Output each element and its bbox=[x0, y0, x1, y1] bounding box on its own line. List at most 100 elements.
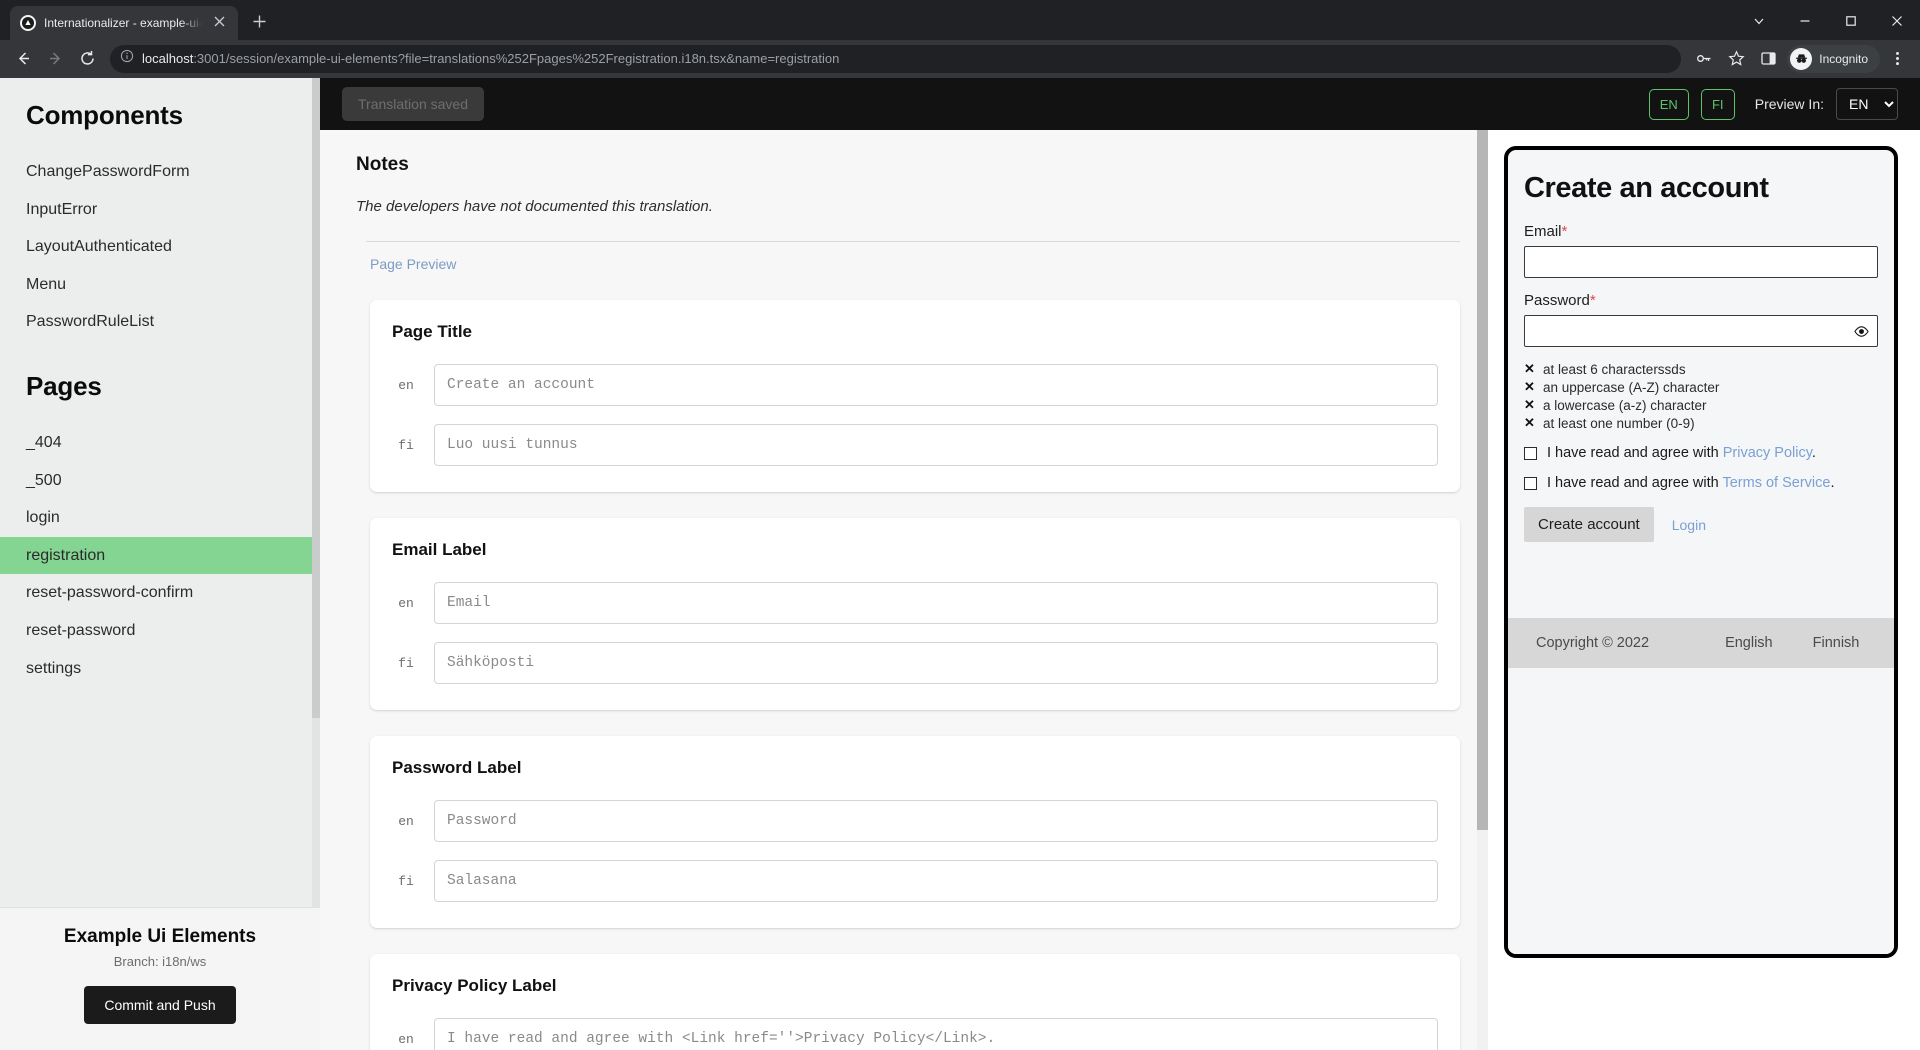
translation-row: en bbox=[392, 800, 1438, 843]
incognito-indicator[interactable]: Incognito bbox=[1787, 44, 1880, 73]
restore-icon[interactable] bbox=[1828, 0, 1874, 41]
reload-icon[interactable] bbox=[72, 44, 102, 74]
main-column: Translation saved EN FI Preview In: EN F… bbox=[320, 78, 1920, 1050]
consent-text: I have read and agree with Terms of Serv… bbox=[1547, 475, 1834, 491]
checkbox-icon[interactable] bbox=[1524, 476, 1537, 490]
lang-toggle-en[interactable]: EN bbox=[1648, 88, 1689, 120]
browser-tab[interactable]: Internationalizer - example-ui-ele bbox=[10, 5, 238, 40]
translation-card-privacy-policy-label: Privacy Policy Label en bbox=[370, 954, 1460, 1050]
password-key-icon[interactable] bbox=[1689, 44, 1719, 74]
sidebar-item-menu[interactable]: Menu bbox=[0, 266, 320, 304]
lang-code: fi bbox=[398, 655, 414, 671]
privacy-policy-link[interactable]: Privacy Policy bbox=[1723, 445, 1812, 461]
address-bar[interactable]: localhost:3001/session/example-ui-elemen… bbox=[110, 44, 1682, 73]
sidebar-item-settings[interactable]: settings bbox=[0, 650, 320, 688]
chevron-down-icon[interactable] bbox=[1736, 0, 1782, 41]
sidebar-item-inputerror[interactable]: InputError bbox=[0, 191, 320, 229]
close-icon[interactable] bbox=[211, 13, 228, 32]
sidebar-item-404[interactable]: _404 bbox=[0, 424, 320, 462]
terms-of-service-consent[interactable]: I have read and agree with Terms of Serv… bbox=[1524, 475, 1878, 491]
cross-icon: ✕ bbox=[1524, 379, 1535, 395]
sidebar-item-changepasswordform[interactable]: ChangePasswordForm bbox=[0, 153, 320, 191]
lang-code: fi bbox=[398, 437, 414, 453]
preview-email-input[interactable] bbox=[1524, 246, 1878, 279]
password-rule: ✕ a lowercase (a-z) character bbox=[1524, 397, 1878, 413]
rule-text: at least one number (0-9) bbox=[1543, 415, 1695, 431]
side-panel-icon[interactable] bbox=[1753, 44, 1783, 74]
sidebar-item-login[interactable]: login bbox=[0, 499, 320, 537]
card-title: Password Label bbox=[392, 758, 522, 778]
translation-input-en[interactable] bbox=[434, 364, 1438, 407]
branch-name: i18n/ws bbox=[162, 954, 207, 969]
editor-scrollbar-thumb[interactable] bbox=[1477, 130, 1488, 831]
kebab-menu-icon[interactable] bbox=[1882, 44, 1912, 74]
rule-text: an uppercase (A-Z) character bbox=[1543, 379, 1720, 395]
top-toolbar: Translation saved EN FI Preview In: EN F… bbox=[320, 78, 1920, 131]
lang-code: en bbox=[398, 813, 414, 829]
translation-row: en bbox=[392, 1018, 1438, 1050]
browser-window: Internationalizer - example-ui-ele local… bbox=[0, 0, 1920, 1050]
project-name: Example Ui Elements bbox=[63, 926, 257, 947]
info-circle-icon[interactable] bbox=[120, 49, 134, 68]
sidebar-item-reset-password-confirm[interactable]: reset-password-confirm bbox=[0, 574, 320, 612]
page-preview-link[interactable]: Page Preview bbox=[356, 242, 456, 272]
url-host: localhost bbox=[142, 51, 194, 67]
preview-frame: Create an account Email* Password* ✕ at l bbox=[1504, 146, 1898, 959]
sidebar-item-passwordrulelist[interactable]: PasswordRuleList bbox=[0, 303, 320, 341]
browser-toolbar: localhost:3001/session/example-ui-elemen… bbox=[0, 39, 1920, 79]
preview-in-label: Preview In: bbox=[1754, 96, 1824, 113]
branch-prefix: Branch: bbox=[113, 954, 163, 969]
rule-text: at least 6 characterssds bbox=[1543, 361, 1686, 377]
translation-input-en[interactable] bbox=[434, 800, 1438, 843]
preview-actions: Create account Login bbox=[1524, 507, 1878, 543]
translation-input-fi[interactable] bbox=[434, 860, 1438, 903]
sidebar-item-registration[interactable]: registration bbox=[0, 536, 320, 575]
preview-body: Create an account Email* Password* ✕ at l bbox=[1508, 150, 1894, 560]
privacy-policy-consent[interactable]: I have read and agree with Privacy Polic… bbox=[1524, 445, 1878, 461]
card-title: Email Label bbox=[392, 540, 487, 560]
lang-toggle-fi[interactable]: FI bbox=[1700, 88, 1735, 120]
eye-icon[interactable] bbox=[1854, 325, 1869, 338]
lang-code: en bbox=[398, 377, 414, 393]
consent-text: I have read and agree with Privacy Polic… bbox=[1547, 445, 1816, 461]
rule-text: a lowercase (a-z) character bbox=[1543, 397, 1707, 413]
terms-of-service-link[interactable]: Terms of Service bbox=[1722, 475, 1830, 491]
translation-saved-button[interactable]: Translation saved bbox=[342, 87, 484, 122]
window-close-icon[interactable] bbox=[1874, 0, 1920, 41]
translation-input-fi[interactable] bbox=[434, 642, 1438, 685]
components-list: ChangePasswordForm InputError LayoutAuth… bbox=[0, 153, 320, 341]
translation-row: fi bbox=[392, 860, 1438, 903]
preview-password-input[interactable] bbox=[1524, 315, 1878, 348]
minimize-icon[interactable] bbox=[1782, 0, 1828, 41]
checkbox-icon[interactable] bbox=[1524, 446, 1537, 460]
translation-row: fi bbox=[392, 642, 1438, 685]
star-icon[interactable] bbox=[1721, 44, 1751, 74]
sidebar-footer: Example Ui Elements Branch: i18n/ws Comm… bbox=[0, 907, 320, 1050]
sidebar-scrollbar-thumb[interactable] bbox=[312, 78, 320, 719]
preview-language-select[interactable]: EN FI bbox=[1836, 88, 1898, 121]
plus-icon[interactable] bbox=[252, 14, 267, 33]
footer-language-english[interactable]: English bbox=[1725, 635, 1773, 651]
preview-password-label: Password* bbox=[1524, 292, 1878, 309]
translation-input-en[interactable] bbox=[434, 582, 1438, 625]
footer-language-finnish[interactable]: Finnish bbox=[1813, 635, 1860, 651]
editor-scrollbar-track[interactable] bbox=[1477, 130, 1488, 1050]
sidebar-item-layoutauthenticated[interactable]: LayoutAuthenticated bbox=[0, 228, 320, 266]
password-rule: ✕ at least one number (0-9) bbox=[1524, 415, 1878, 431]
password-rule: ✕ at least 6 characterssds bbox=[1524, 361, 1878, 377]
tab-strip: Internationalizer - example-ui-ele bbox=[0, 0, 1920, 40]
login-link[interactable]: Login bbox=[1672, 517, 1706, 533]
create-account-button[interactable]: Create account bbox=[1524, 507, 1654, 543]
notes-text: The developers have not documented this … bbox=[356, 198, 713, 216]
lang-code: fi bbox=[398, 873, 414, 889]
forward-arrow-icon[interactable] bbox=[40, 44, 70, 74]
lang-code: en bbox=[398, 1031, 414, 1047]
sidebar-item-500[interactable]: _500 bbox=[0, 462, 320, 500]
sidebar-item-reset-password[interactable]: reset-password bbox=[0, 612, 320, 650]
translation-input-fi[interactable] bbox=[434, 424, 1438, 467]
sidebar-scrollbar-track[interactable] bbox=[312, 78, 320, 907]
back-arrow-icon[interactable] bbox=[8, 44, 38, 74]
editor-inner: Notes The developers have not documented… bbox=[320, 130, 1488, 1050]
translation-input-en[interactable] bbox=[434, 1018, 1438, 1050]
commit-and-push-button[interactable]: Commit and Push bbox=[84, 986, 236, 1024]
